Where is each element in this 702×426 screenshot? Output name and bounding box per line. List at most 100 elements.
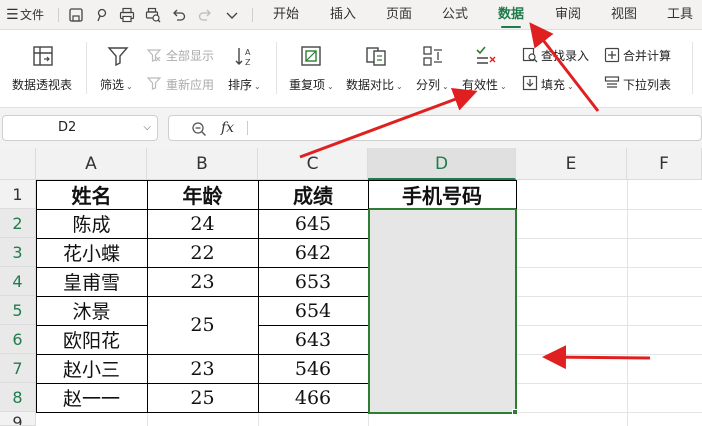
dropdown-list-button[interactable]: 下拉列表 xyxy=(623,76,671,93)
table-border xyxy=(36,412,368,413)
tab-page[interactable]: 页面 xyxy=(386,0,412,30)
print-preview-icon[interactable] xyxy=(145,7,161,23)
undo-icon[interactable] xyxy=(171,7,187,23)
data-compare-icon[interactable] xyxy=(364,44,388,68)
chevron-down-icon[interactable] xyxy=(224,7,240,23)
row-header-3[interactable]: 3 xyxy=(0,238,36,267)
row-header-9[interactable]: 9 xyxy=(0,412,36,426)
cell-c1[interactable]: 成绩 xyxy=(259,181,367,208)
pivot-table-icon[interactable] xyxy=(31,44,55,68)
select-all-corner[interactable] xyxy=(0,148,36,180)
sort-icon[interactable]: AZ xyxy=(233,44,257,68)
zoom-icon[interactable] xyxy=(191,121,207,137)
cell-a1[interactable]: 姓名 xyxy=(37,181,146,208)
row-header-4[interactable]: 4 xyxy=(0,267,36,296)
cell-a2[interactable]: 陈成 xyxy=(37,210,146,237)
row-header-2[interactable]: 2 xyxy=(0,209,36,238)
selected-range-d2-d8[interactable] xyxy=(368,208,517,414)
divider xyxy=(86,42,87,94)
gridline xyxy=(258,412,259,426)
redo-icon[interactable] xyxy=(197,7,213,23)
cell-b5-merged[interactable]: 25 xyxy=(148,297,257,353)
divider xyxy=(276,42,277,94)
column-header-d[interactable]: D xyxy=(368,148,516,180)
tab-insert[interactable]: 插入 xyxy=(330,0,356,30)
gridline xyxy=(627,180,628,426)
row-header-7[interactable]: 7 xyxy=(0,354,36,383)
cell-a6[interactable]: 欧阳花 xyxy=(37,326,146,353)
split-button[interactable]: 分列 ⌄ xyxy=(416,76,449,93)
tab-data[interactable]: 数据 xyxy=(498,0,524,30)
tab-home[interactable]: 开始 xyxy=(273,0,299,30)
validity-icon[interactable] xyxy=(474,44,498,68)
pivot-table-button[interactable]: 数据透视表 xyxy=(12,76,72,93)
dropdown-list-icon[interactable] xyxy=(604,75,620,91)
cell-c3[interactable]: 642 xyxy=(259,239,367,266)
merge-calc-button[interactable]: 合并计算 xyxy=(623,47,671,64)
table-border xyxy=(368,180,369,209)
hamburger-menu-icon[interactable]: ☰ xyxy=(6,0,19,30)
formula-input[interactable]: fx xyxy=(168,115,702,141)
cell-a4[interactable]: 皇甫雪 xyxy=(37,268,146,295)
column-header-f[interactable]: F xyxy=(627,148,702,180)
fill-icon[interactable] xyxy=(522,75,538,91)
filter-icon[interactable] xyxy=(106,44,130,68)
gridline xyxy=(516,412,702,413)
fill-button[interactable]: 填充 ⌄ xyxy=(541,76,574,93)
row-header-8[interactable]: 8 xyxy=(0,383,36,412)
merge-calc-icon[interactable] xyxy=(604,47,620,63)
cell-c6[interactable]: 643 xyxy=(259,326,367,353)
cell-c8[interactable]: 466 xyxy=(259,384,367,411)
save-icon[interactable] xyxy=(68,7,84,23)
split-columns-icon[interactable] xyxy=(421,44,445,68)
divider xyxy=(252,8,253,22)
tab-formula[interactable]: 公式 xyxy=(442,0,468,30)
tab-view[interactable]: 视图 xyxy=(611,0,637,30)
file-menu[interactable]: 文件 xyxy=(20,0,44,30)
tab-tools[interactable]: 工具 xyxy=(667,0,693,30)
cell-a3[interactable]: 花小蝶 xyxy=(37,239,146,266)
row-header-1[interactable]: 1 xyxy=(0,180,36,209)
tab-review[interactable]: 审阅 xyxy=(555,0,581,30)
lookup-entry-icon[interactable] xyxy=(522,47,538,63)
cell-b3[interactable]: 22 xyxy=(148,239,257,266)
sort-button[interactable]: 排序 ⌄ xyxy=(228,76,261,93)
cell-a5[interactable]: 沐景 xyxy=(37,297,146,324)
filter-button[interactable]: 筛选 ⌄ xyxy=(100,76,133,93)
column-header-a[interactable]: A xyxy=(36,148,147,180)
gridline xyxy=(516,354,702,355)
name-box[interactable]: D2 ⌵ xyxy=(2,115,158,141)
cell-c2[interactable]: 645 xyxy=(259,210,367,237)
duplicates-icon[interactable] xyxy=(299,44,323,68)
column-header-c[interactable]: C xyxy=(258,148,368,180)
fill-handle[interactable] xyxy=(512,409,518,415)
cell-d1[interactable]: 手机号码 xyxy=(369,181,515,208)
cell-a8[interactable]: 赵一一 xyxy=(37,384,146,411)
print-icon[interactable] xyxy=(119,7,135,23)
cell-b2[interactable]: 24 xyxy=(148,210,257,237)
show-all-button[interactable]: 全部显示 xyxy=(166,47,214,64)
row-header-6[interactable]: 6 xyxy=(0,325,36,354)
table-border xyxy=(36,354,368,355)
cell-a7[interactable]: 赵小三 xyxy=(37,355,146,382)
cell-b1[interactable]: 年龄 xyxy=(148,181,257,208)
table-border xyxy=(36,267,368,268)
cell-c7[interactable]: 546 xyxy=(259,355,367,382)
cell-c5[interactable]: 654 xyxy=(259,297,367,324)
lookup-entry-button[interactable]: 查找录入 xyxy=(541,47,589,64)
data-compare-button[interactable]: 数据对比 ⌄ xyxy=(346,76,403,93)
validity-button[interactable]: 有效性 ⌄ xyxy=(462,76,507,93)
column-header-e[interactable]: E xyxy=(516,148,627,180)
fx-icon[interactable]: fx xyxy=(221,116,234,140)
chevron-down-icon[interactable]: ⌵ xyxy=(143,116,151,140)
cell-c4[interactable]: 653 xyxy=(259,268,367,295)
brush-icon[interactable] xyxy=(94,7,110,23)
row-header-5[interactable]: 5 xyxy=(0,296,36,325)
column-header-b[interactable]: B xyxy=(147,148,258,180)
reapply-button[interactable]: 重新应用 xyxy=(166,76,214,93)
duplicates-button[interactable]: 重复项 ⌄ xyxy=(289,76,334,93)
cell-b8[interactable]: 25 xyxy=(148,384,257,411)
cell-b7[interactable]: 23 xyxy=(148,355,257,382)
cell-b4[interactable]: 23 xyxy=(148,268,257,295)
formula-bar: D2 ⌵ fx xyxy=(0,108,702,148)
